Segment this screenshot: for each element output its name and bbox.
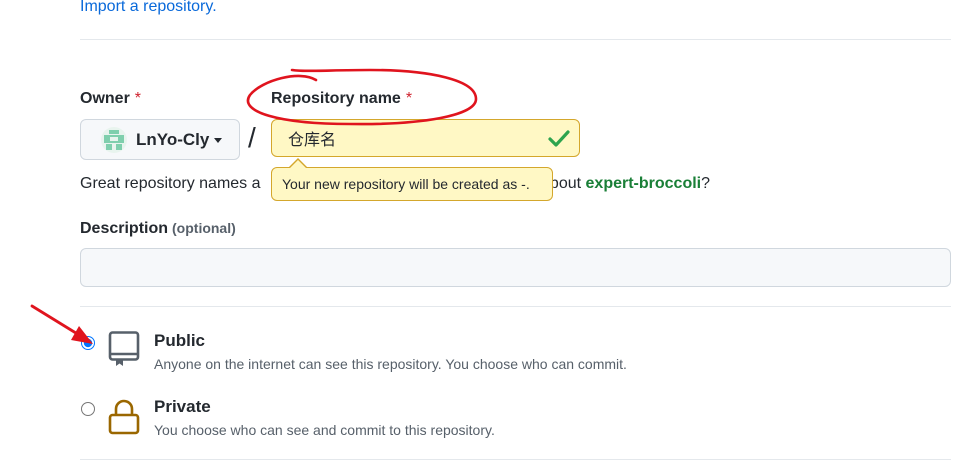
owner-label-text: Owner [80,90,130,107]
tooltip-arrow-fill [290,160,306,168]
description-label-text: Description [80,220,169,237]
private-radio[interactable] [81,402,95,416]
check-icon [548,130,570,147]
required-mark: * [405,90,413,107]
repo-name-label-text: Repository name [271,90,401,107]
chevron-down-icon [214,138,223,143]
lock-icon [108,399,140,435]
public-title: Public [154,331,206,350]
hint-text-start: Great repository names a [80,175,261,192]
divider [80,459,951,460]
public-description: Anyone on the internet can see this repo… [154,356,627,372]
owner-repo-separator: / [248,122,256,153]
public-radio[interactable] [81,336,95,350]
owner-name: LnYo-Cly [136,129,210,149]
repo-book-icon [108,331,140,366]
description-label: Description (optional) [80,220,236,238]
divider [80,306,951,307]
annotation-arrow-shaft [30,304,86,340]
description-input[interactable] [80,248,951,287]
divider [80,39,951,40]
repository-name-input[interactable] [271,119,580,157]
repo-name-tooltip: Your new repository will be created as -… [271,167,553,201]
identicon-avatar [101,126,127,153]
import-repository-link[interactable]: Import a repository. [80,0,217,16]
private-title: Private [154,397,211,416]
owner-select-button[interactable]: LnYo-Cly [80,119,240,160]
private-description: You choose who can see and commit to thi… [154,422,495,438]
hint-text-end: ? [701,175,711,192]
owner-label: Owner * [80,90,141,108]
optional-tag: (optional) [172,220,236,236]
suggested-name-link[interactable]: expert-broccoli [586,175,702,192]
required-mark: * [134,90,142,107]
repo-name-label: Repository name * [271,90,412,108]
